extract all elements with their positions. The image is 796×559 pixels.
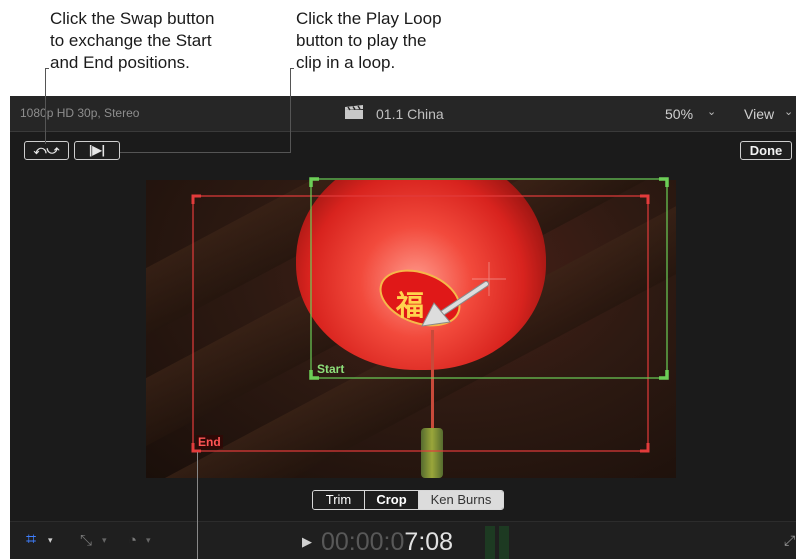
play-loop-callout: Click the Play Loop button to play the c… xyxy=(296,8,442,74)
timecode-display: 00:00:07:08 xyxy=(321,528,453,557)
crop-icon[interactable]: ⌗ xyxy=(26,529,36,550)
swap-callout-line-3: and End positions. xyxy=(50,53,190,72)
swap-callout: Click the Swap button to exchange the St… xyxy=(50,8,214,74)
end-leader-line xyxy=(197,452,198,559)
tab-ken-burns[interactable]: Ken Burns xyxy=(419,491,503,509)
viewer-window: 1080p HD 30p, Stereo 01.1 China 50% ⌄ Vi… xyxy=(10,96,796,559)
chevron-down-icon[interactable]: ▾ xyxy=(102,535,107,546)
chevron-down-icon[interactable]: ▾ xyxy=(48,535,53,546)
fullscreen-icon[interactable]: ⤢ xyxy=(784,532,795,549)
swap-callout-line-2: to exchange the Start xyxy=(50,31,212,50)
play-loop-leader-tick xyxy=(290,68,294,69)
play-loop-callout-line-1: Click the Play Loop xyxy=(296,9,442,28)
swap-callout-line-1: Click the Swap button xyxy=(50,9,215,28)
audio-meter xyxy=(485,526,509,559)
timecode-bright: 7:08 xyxy=(404,528,454,556)
play-loop-leader-line xyxy=(290,68,291,152)
tab-trim[interactable]: Trim xyxy=(313,491,365,509)
chevron-down-icon[interactable]: ▾ xyxy=(146,535,151,546)
motion-arrow xyxy=(421,281,489,327)
swap-leader-line xyxy=(45,68,46,144)
play-loop-leader-horizontal xyxy=(120,152,291,153)
end-frame xyxy=(192,195,649,452)
play-icon[interactable]: ▶ xyxy=(302,534,312,550)
transform-icon[interactable]: ⤡ xyxy=(80,532,92,549)
swap-leader-tick xyxy=(45,68,49,69)
end-frame-label: End xyxy=(196,435,223,449)
play-loop-callout-line-3: clip in a loop. xyxy=(296,53,396,72)
tab-crop[interactable]: Crop xyxy=(365,491,419,509)
start-frame-label: Start xyxy=(317,362,345,376)
end-frame-handles xyxy=(191,194,650,453)
timecode-dim: 00:00:0 xyxy=(321,528,405,556)
viewer-bottom-bar: ⌗ ▾ ⤡ ▾ ◔ ▾ ▶ 00:00:07:08 ⤢ xyxy=(10,521,796,559)
mode-selector[interactable]: Trim Crop Ken Burns xyxy=(312,490,504,510)
speed-icon[interactable]: ◔ xyxy=(128,532,137,549)
play-loop-callout-line-2: button to play the xyxy=(296,31,427,50)
